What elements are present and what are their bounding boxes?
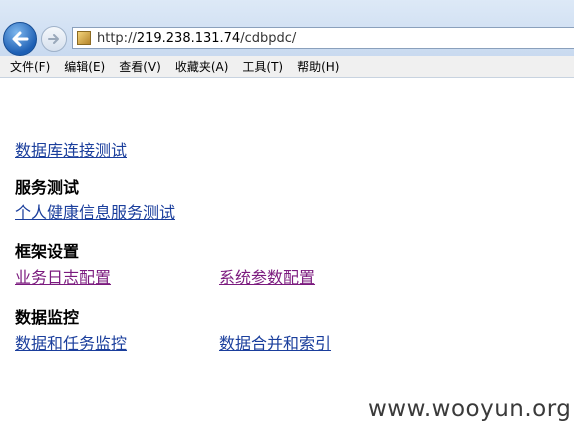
- back-button[interactable]: [3, 22, 37, 56]
- url-host: 219.238.131.74: [136, 31, 241, 46]
- menu-tools[interactable]: 工具(T): [242, 58, 283, 75]
- health-info-service-test-link[interactable]: 个人健康信息服务测试: [15, 203, 175, 222]
- menu-edit[interactable]: 编辑(E): [64, 58, 105, 75]
- arrow-right-icon: [48, 34, 59, 44]
- url-path: /cdbpdc/: [240, 31, 297, 46]
- url-prefix: http://: [97, 31, 137, 46]
- system-params-config-link[interactable]: 系统参数配置: [219, 268, 315, 287]
- data-merge-index-link[interactable]: 数据合并和索引: [219, 334, 331, 353]
- address-bar[interactable]: http://219.238.131.74/cdbpdc/: [72, 27, 574, 49]
- data-monitoring-title: 数据监控: [15, 308, 80, 327]
- data-task-monitoring-link[interactable]: 数据和任务监控: [15, 334, 127, 353]
- menu-view[interactable]: 查看(V): [119, 58, 161, 75]
- service-test-title: 服务测试: [15, 178, 80, 197]
- db-connection-test-link[interactable]: 数据库连接测试: [15, 141, 127, 160]
- business-log-config-link[interactable]: 业务日志配置: [15, 268, 111, 287]
- menu-file[interactable]: 文件(F): [10, 58, 50, 75]
- menu-bar: 文件(F) 编辑(E) 查看(V) 收藏夹(A) 工具(T) 帮助(H): [0, 56, 574, 78]
- url-text[interactable]: http://219.238.131.74/cdbpdc/: [97, 31, 296, 46]
- browser-toolbar: http://219.238.131.74/cdbpdc/: [0, 0, 574, 56]
- forward-button[interactable]: [41, 26, 67, 52]
- menu-help[interactable]: 帮助(H): [297, 58, 339, 75]
- menu-favorites[interactable]: 收藏夹(A): [175, 58, 229, 75]
- page-content: 数据库连接测试 服务测试 个人健康信息服务测试 框架设置 业务日志配置 系统参数…: [15, 78, 574, 438]
- framework-settings-title: 框架设置: [15, 242, 80, 261]
- watermark: www.wooyun.org: [368, 396, 572, 422]
- arrow-left-icon: [12, 31, 29, 47]
- page-icon: [77, 31, 91, 45]
